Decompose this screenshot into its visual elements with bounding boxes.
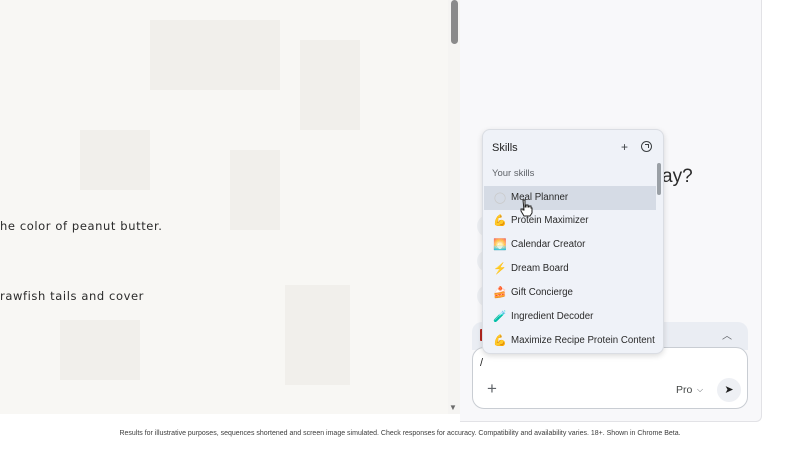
lightning-icon: ⚡ [493,263,507,275]
plate-icon: ◯ [493,192,507,204]
skill-item[interactable]: 💪 Protein Maximizer [484,209,656,233]
paper-texture [150,20,280,90]
skill-item[interactable]: 🌅 Calendar Creator [484,233,656,257]
skills-title: Skills [492,142,518,154]
hand-cursor-icon [520,199,533,217]
your-skills-heading: Your skills [492,168,535,179]
chevron-down-icon[interactable]: ⌵ [697,385,703,395]
skill-item[interactable]: 💪 Maximize Recipe Protein Content [484,329,656,353]
greeting-text: ay? [662,166,693,187]
paper-texture [300,40,360,130]
skill-item[interactable]: 🧪 Ingredient Decoder [484,305,656,329]
skills-popup: Skills + Your skills ◯ Meal Planner 💪 Prote… [482,129,664,354]
test-tube-icon: 🧪 [493,311,507,323]
paper-texture [60,320,140,380]
paper-texture [80,130,150,190]
skill-item[interactable]: ⚡ Dream Board [484,257,656,281]
skill-item[interactable]: 🍰 Gift Concierge [484,281,656,305]
add-button[interactable]: + [483,380,501,398]
skill-label: Calendar Creator [511,239,586,250]
prompt-input[interactable]: / [480,357,483,369]
paper-texture [230,150,280,230]
plus-icon[interactable]: + [621,140,628,154]
page-scrollbar-track[interactable] [448,0,460,414]
skill-item[interactable]: ◯ Meal Planner [484,186,656,210]
flexed-biceps-icon: 💪 [493,335,507,347]
flexed-biceps-icon: 💪 [493,215,507,227]
compass-icon[interactable] [641,141,652,152]
screen: he color of peanut butter. rawfish tails… [0,0,800,450]
model-selector[interactable]: Pro [676,384,692,396]
skill-label: Maximize Recipe Protein Content [511,335,655,346]
recipe-text-line: he color of peanut butter. [0,219,163,233]
skills-scrollbar-thumb[interactable] [657,163,661,195]
skill-label: Dream Board [511,263,569,274]
recipe-text-line: rawfish tails and cover [0,289,145,303]
chevron-up-icon[interactable]: ︿ [722,327,732,342]
send-button[interactable]: ➤ [717,378,741,402]
skill-label: Gift Concierge [511,287,573,298]
prompt-input-box[interactable] [472,347,748,409]
paper-texture [285,285,350,385]
skill-label: Ingredient Decoder [511,311,594,322]
scroll-down-arrow-icon[interactable]: ▼ [449,404,457,412]
cake-icon: 🍰 [493,287,507,299]
disclaimer-text: Results for illustrative purposes, seque… [119,430,681,437]
page-scrollbar-thumb[interactable] [451,0,458,44]
recipe-web-page: he color of peanut butter. rawfish tails… [0,0,460,414]
sunrise-icon: 🌅 [493,239,507,251]
send-icon: ➤ [724,384,734,396]
